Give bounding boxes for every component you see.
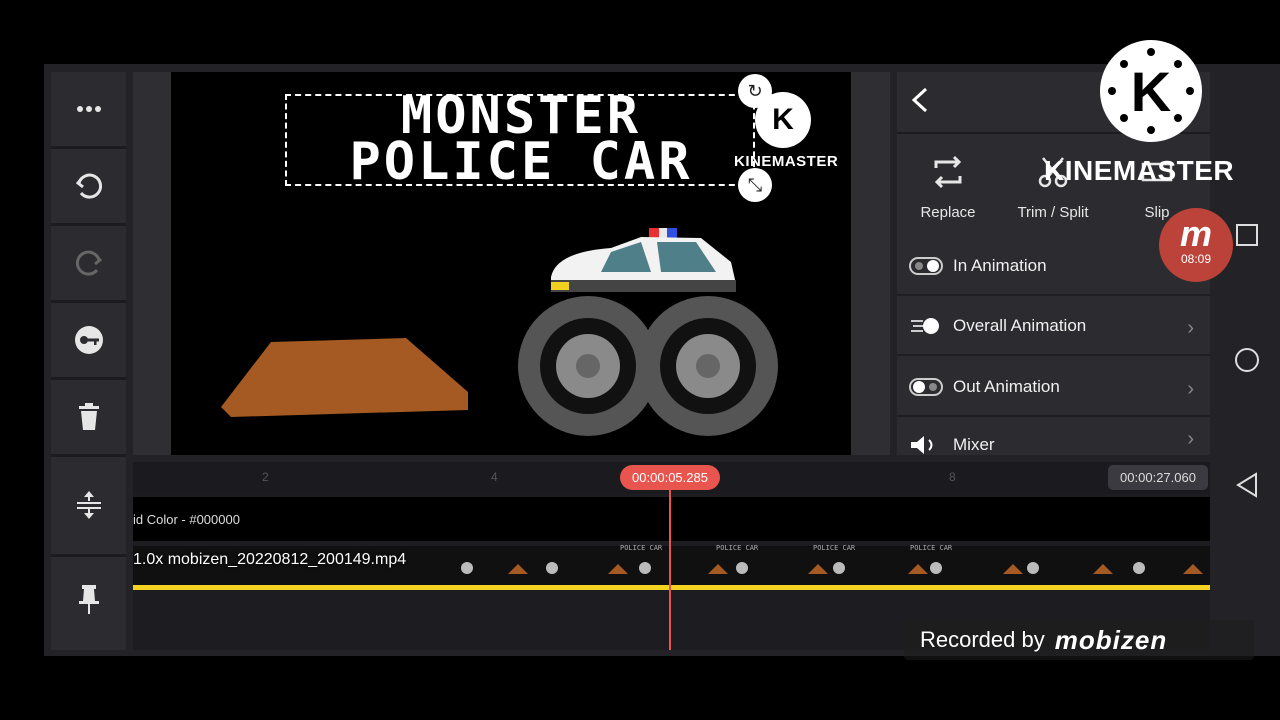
wheel-right	[638, 296, 778, 436]
pin-icon	[78, 585, 99, 614]
trim-split-label: Trim / Split	[1017, 204, 1089, 221]
chevron-right-icon: ›	[1187, 317, 1194, 339]
watermark-logo: K	[755, 92, 811, 148]
pin-button[interactable]	[51, 562, 126, 636]
recording-time: 08:09	[1180, 252, 1212, 266]
trash-icon	[78, 403, 99, 430]
undo-button[interactable]	[51, 149, 126, 223]
delete-button[interactable]	[51, 380, 126, 454]
menu-overall-animation[interactable]: Overall Animation ›	[897, 298, 1210, 356]
recents-icon[interactable]	[1232, 220, 1262, 250]
redo-button[interactable]	[51, 226, 126, 300]
wheel-left	[518, 296, 658, 436]
menu-mixer[interactable]: Mixer ›	[897, 420, 1210, 455]
track-height-icon	[76, 491, 101, 519]
more-button[interactable]	[51, 72, 126, 146]
tick-label: 4	[491, 470, 498, 484]
kinemaster-logo: K	[1100, 40, 1202, 142]
chevron-right-icon: ›	[1187, 378, 1194, 400]
back-button[interactable]	[908, 82, 938, 118]
replace-icon	[934, 155, 962, 189]
title-line-2: POLICE CAR	[349, 132, 693, 192]
resize-icon: ⤡	[747, 174, 763, 195]
logo-letter: K	[1130, 59, 1172, 123]
thumb-caption: POLICE CAR	[716, 544, 759, 552]
thumb-caption: POLICE CAR	[813, 544, 856, 552]
divider	[51, 454, 126, 457]
chevron-left-icon	[911, 87, 928, 113]
thumb-caption: POLICE CAR	[910, 544, 953, 552]
recorded-by-watermark: Recorded by mobizen	[904, 620, 1254, 660]
replace-button[interactable]: Replace	[896, 150, 1000, 221]
watermark-text: KINEMASTER	[734, 153, 839, 170]
kinemaster-overlay-text: KINEMASTER	[1044, 155, 1235, 186]
out-animation-label: Out Animation	[953, 377, 1060, 396]
key-icon	[74, 326, 103, 354]
in-animation-label: In Animation	[953, 256, 1047, 275]
end-time: 00:00:27.060	[1108, 465, 1208, 490]
thumb-caption: POLICE CAR	[620, 544, 663, 552]
keyframe-button[interactable]	[51, 303, 126, 377]
chevron-right-icon: ›	[1187, 428, 1194, 450]
left-toolbar	[51, 72, 126, 650]
overall-animation-label: Overall Animation	[953, 316, 1087, 335]
mixer-label: Mixer	[953, 435, 995, 454]
menu-out-animation[interactable]: Out Animation ›	[897, 359, 1210, 417]
recording-badge[interactable]: m 08:09	[1159, 208, 1233, 282]
current-time: 00:00:05.285	[620, 465, 720, 490]
replace-label: Replace	[920, 204, 976, 221]
mobizen-icon: m	[1179, 213, 1212, 254]
out-animation-icon	[909, 378, 943, 396]
track-height-button[interactable]	[51, 468, 126, 542]
playhead[interactable]	[669, 490, 671, 650]
overall-animation-icon	[911, 318, 939, 334]
tick-label: 2	[262, 470, 269, 484]
redo-icon	[75, 250, 102, 276]
rotate-icon: ↻	[747, 80, 763, 101]
mobizen-brand: mobizen	[1054, 624, 1168, 655]
home-icon[interactable]	[1232, 345, 1262, 375]
more-icon	[76, 106, 101, 112]
video-track-label: 1.0x mobizen_20220812_200149.mp4	[133, 551, 407, 568]
audio-track-line	[133, 585, 1210, 590]
mixer-icon	[911, 436, 933, 454]
tick-label: 8	[949, 470, 956, 484]
divider	[51, 554, 126, 557]
color-track-clip[interactable]	[133, 497, 1210, 541]
recorded-by-text: Recorded by	[920, 627, 1045, 652]
title-text: MONSTER POLICE CAR	[290, 90, 752, 192]
color-track-label: id Color - #000000	[133, 512, 240, 527]
undo-icon	[75, 173, 102, 199]
resize-handle[interactable]: ⤡	[738, 168, 772, 202]
back-nav-icon[interactable]	[1232, 470, 1262, 500]
in-animation-icon	[909, 257, 943, 275]
